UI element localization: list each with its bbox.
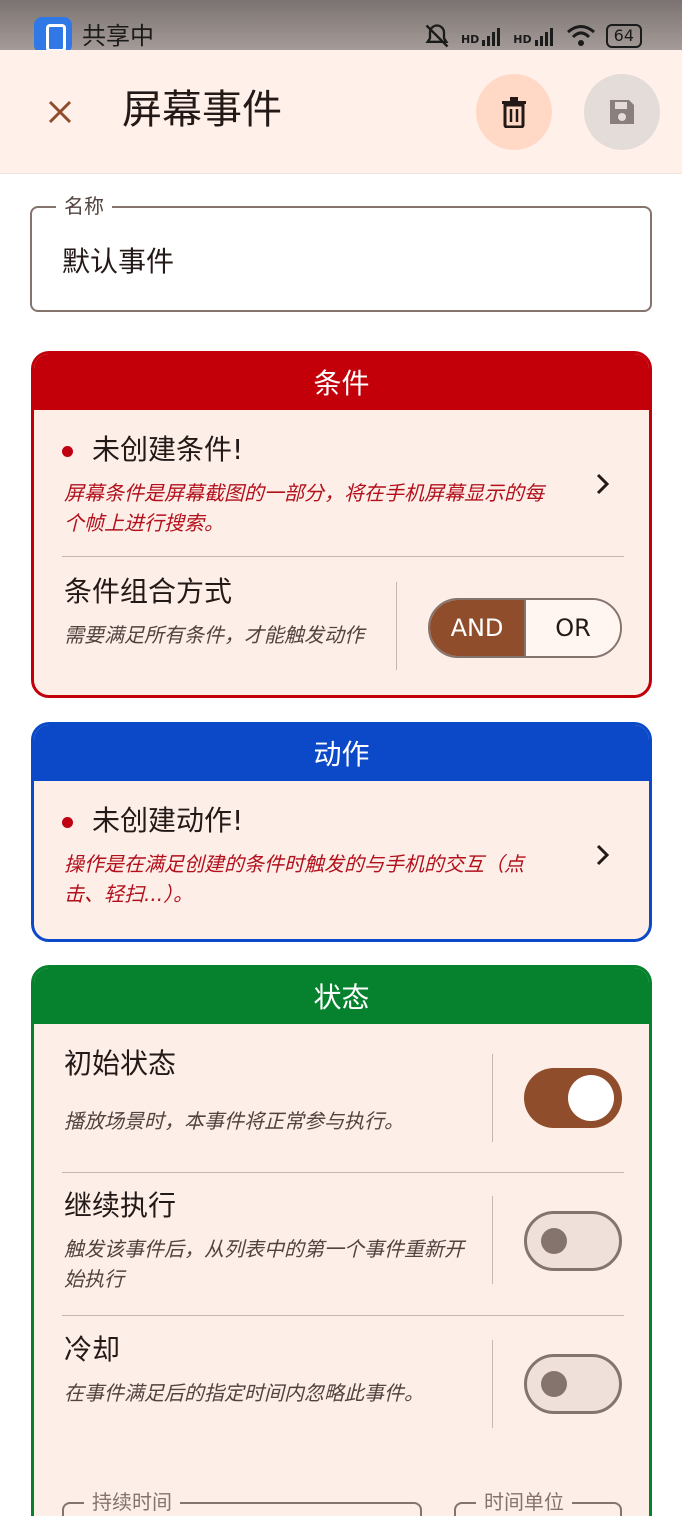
actions-card: 动作 未创建动作! 操作是在满足创建的条件时触发的与手机的交互（点击、轻扫...… <box>31 722 652 942</box>
divider <box>62 556 624 557</box>
event-name-label: 名称 <box>56 192 112 220</box>
condition-combine-title: 条件组合方式 <box>64 575 233 608</box>
close-icon <box>48 100 72 124</box>
conditions-list-row[interactable]: 未创建条件! 屏幕条件是屏幕截图的一部分，将在手机屏幕显示的每个帧上进行搜索。 <box>34 410 649 560</box>
screen-share-icon <box>34 17 72 53</box>
divider <box>62 1315 624 1316</box>
signal-bars-icon <box>482 28 501 46</box>
save-icon <box>610 100 634 124</box>
state-header: 状态 <box>34 968 649 1024</box>
vertical-divider <box>492 1340 493 1428</box>
conditions-header: 条件 <box>34 354 649 410</box>
close-button[interactable] <box>36 88 84 136</box>
duration-label: 持续时间 <box>84 1488 180 1516</box>
conditions-card: 条件 未创建条件! 屏幕条件是屏幕截图的一部分，将在手机屏幕显示的每个帧上进行搜… <box>31 351 652 698</box>
vertical-divider <box>396 582 397 670</box>
cooldown-switch[interactable] <box>524 1354 622 1414</box>
warning-bullet-icon <box>62 446 73 457</box>
trash-icon <box>502 97 526 128</box>
page-title: 屏幕事件 <box>122 87 282 133</box>
condition-combine-desc: 需要满足所有条件，才能触发动作 <box>64 623 364 647</box>
switch-knob <box>541 1228 567 1254</box>
actions-header: 动作 <box>34 725 649 781</box>
cooldown-title: 冷却 <box>64 1333 121 1366</box>
operator-and-option[interactable]: AND <box>430 600 526 656</box>
wifi-icon <box>566 25 595 46</box>
operator-or-option[interactable]: OR <box>526 600 620 656</box>
muted-bell-icon <box>425 24 449 48</box>
hd-signal-2: HD <box>513 26 555 46</box>
initial-state-desc: 播放场景时，本事件将正常参与执行。 <box>64 1109 404 1133</box>
continue-execution-title: 继续执行 <box>64 1189 177 1222</box>
cooldown-desc: 在事件满足后的指定时间内忽略此事件。 <box>64 1381 424 1405</box>
switch-knob <box>541 1371 567 1397</box>
delete-button[interactable] <box>476 74 552 150</box>
vertical-divider <box>492 1054 493 1142</box>
time-unit-label: 时间单位 <box>476 1488 572 1516</box>
continue-execution-desc: 触发该事件后，从列表中的第一个事件重新开始执行 <box>64 1237 464 1291</box>
hd-signal-1: HD <box>461 26 503 46</box>
battery-indicator: 64 <box>605 24 642 48</box>
actions-warning-title: 未创建动作! <box>92 804 244 837</box>
state-card: 状态 初始状态 播放场景时，本事件将正常参与执行。 继续执行 触发该事件后，从列… <box>31 965 652 1516</box>
conditions-warning-title: 未创建条件! <box>92 433 244 466</box>
initial-state-switch[interactable] <box>524 1068 622 1128</box>
actions-warning-desc: 操作是在满足创建的条件时触发的与手机的交互（点击、轻扫...）。 <box>64 852 524 906</box>
switch-knob <box>568 1075 614 1121</box>
chevron-right-icon <box>596 844 610 866</box>
initial-state-title: 初始状态 <box>64 1047 177 1080</box>
save-button[interactable] <box>584 74 660 150</box>
actions-list-row[interactable]: 未创建动作! 操作是在满足创建的条件时触发的与手机的交互（点击、轻扫...）。 <box>34 781 649 939</box>
event-name-field[interactable]: 名称 默认事件 <box>30 192 652 312</box>
signal-bars-icon <box>534 28 553 46</box>
top-app-bar: 屏幕事件 <box>0 50 682 174</box>
condition-operator-toggle: AND OR <box>428 598 622 658</box>
event-name-value[interactable]: 默认事件 <box>62 242 174 282</box>
status-bar: 共享中 HD HD 64 <box>0 0 682 53</box>
chevron-right-icon <box>596 473 610 495</box>
status-icons: HD HD 64 <box>423 22 642 50</box>
divider <box>62 1172 624 1173</box>
duration-field[interactable]: 持续时间 <box>62 1488 422 1516</box>
continue-execution-switch[interactable] <box>524 1211 622 1271</box>
conditions-warning-desc: 屏幕条件是屏幕截图的一部分，将在手机屏幕显示的每个帧上进行搜索。 <box>64 481 544 535</box>
vertical-divider <box>492 1196 493 1284</box>
time-unit-field[interactable]: 时间单位 <box>454 1488 622 1516</box>
warning-bullet-icon <box>62 817 73 828</box>
share-status-text: 共享中 <box>82 22 154 50</box>
